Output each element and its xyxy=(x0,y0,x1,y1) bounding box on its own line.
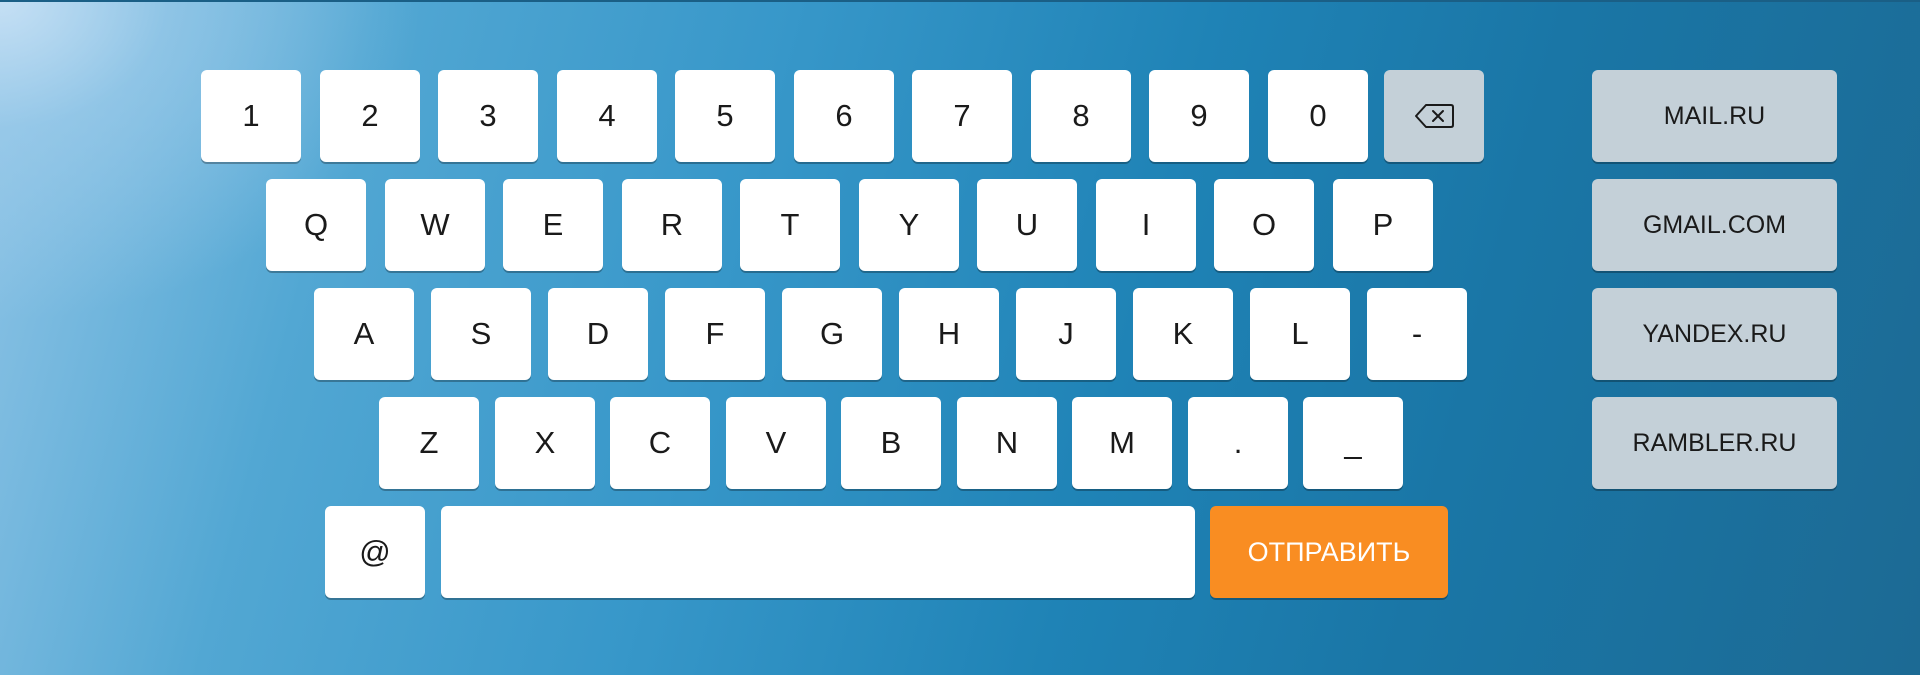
domain-button-gmail-com-label: GMAIL.COM xyxy=(1642,210,1787,239)
domain-button-mail-ru[interactable]: MAIL.RU xyxy=(1592,70,1837,162)
domain-button-yandex-ru-label: YANDEX.RU xyxy=(1642,319,1787,348)
domain-button-rambler-ru-label: RAMBLER.RU xyxy=(1632,428,1797,457)
domain-button-gmail-com[interactable]: GMAIL.COM xyxy=(1592,179,1837,271)
domain-button-yandex-ru[interactable]: YANDEX.RU xyxy=(1592,288,1837,380)
domain-button-rambler-ru[interactable]: RAMBLER.RU xyxy=(1592,397,1837,489)
domain-shortcuts: MAIL.RU GMAIL.COM YANDEX.RU RAMBLER.RU xyxy=(0,0,1920,675)
domain-button-mail-ru-label: MAIL.RU xyxy=(1663,101,1766,130)
